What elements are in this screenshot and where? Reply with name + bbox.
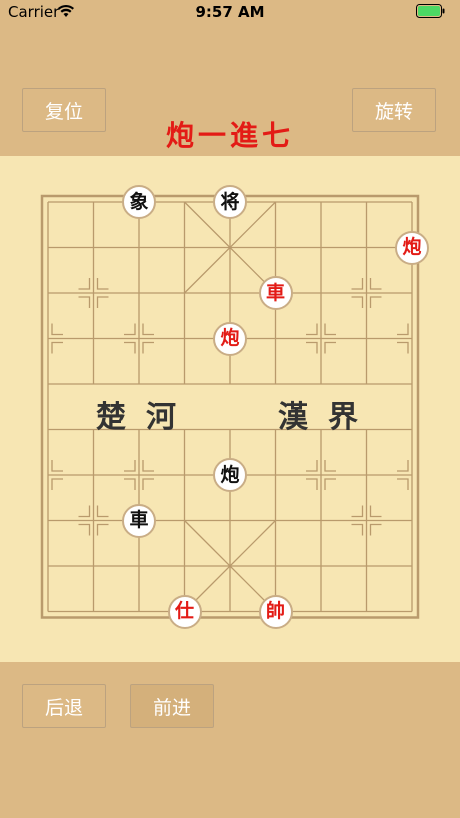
position-marker: [324, 323, 336, 336]
position-marker: [124, 323, 136, 336]
piece-red[interactable]: 車: [258, 276, 293, 310]
piece-red[interactable]: 炮: [395, 230, 429, 265]
position-marker: [78, 523, 91, 536]
battery-icon: [416, 4, 445, 18]
board-area: 楚河 漢界 象将炮車炮炮車仕帥: [0, 156, 460, 662]
status-bar: Carrier 9:57 AM: [0, 0, 460, 24]
position-marker: [124, 341, 136, 354]
position-marker: [351, 523, 364, 536]
position-marker: [96, 505, 109, 518]
forward-button[interactable]: 前进: [130, 684, 214, 728]
back-button[interactable]: 后退: [22, 684, 106, 728]
position-marker: [324, 478, 336, 490]
position-marker: [51, 460, 63, 472]
position-marker: [306, 323, 318, 336]
clock: 9:57 AM: [195, 3, 265, 21]
position-marker: [142, 341, 154, 354]
piece-black[interactable]: 将: [213, 185, 247, 219]
position-marker: [142, 460, 154, 472]
position-marker: [351, 278, 364, 290]
position-marker: [51, 341, 63, 354]
position-marker: [351, 296, 364, 308]
position-marker: [306, 341, 318, 354]
position-marker: [369, 523, 382, 536]
position-marker: [51, 478, 63, 490]
piece-black[interactable]: 車: [122, 503, 156, 538]
position-marker: [96, 296, 109, 308]
piece-black[interactable]: 象: [122, 185, 156, 219]
position-marker: [397, 323, 409, 336]
position-marker: [306, 460, 318, 472]
position-marker: [324, 460, 336, 472]
position-marker: [397, 478, 409, 490]
river-left-label: 楚河: [96, 400, 196, 435]
position-marker: [124, 478, 136, 490]
position-marker: [142, 478, 154, 490]
piece-red[interactable]: 仕: [167, 594, 202, 629]
position-marker: [324, 341, 336, 354]
piece-red[interactable]: 帥: [258, 594, 293, 629]
position-marker: [351, 505, 364, 518]
position-marker: [306, 478, 318, 490]
position-marker: [78, 296, 91, 308]
position-marker: [78, 278, 91, 290]
river-right-label: 漢界: [278, 400, 378, 435]
position-marker: [78, 505, 91, 518]
position-marker: [369, 278, 382, 290]
position-marker: [397, 460, 409, 472]
position-marker: [96, 523, 109, 536]
position-marker: [96, 278, 109, 290]
position-marker: [369, 505, 382, 518]
position-marker: [51, 323, 63, 336]
piece-black[interactable]: 炮: [213, 458, 247, 492]
position-marker: [369, 296, 382, 308]
position-marker: [397, 341, 409, 354]
move-notation: 炮一進七: [165, 119, 294, 152]
position-marker: [142, 323, 154, 336]
piece-red[interactable]: 炮: [213, 321, 247, 356]
position-marker: [124, 460, 136, 472]
chess-board[interactable]: [0, 156, 460, 662]
